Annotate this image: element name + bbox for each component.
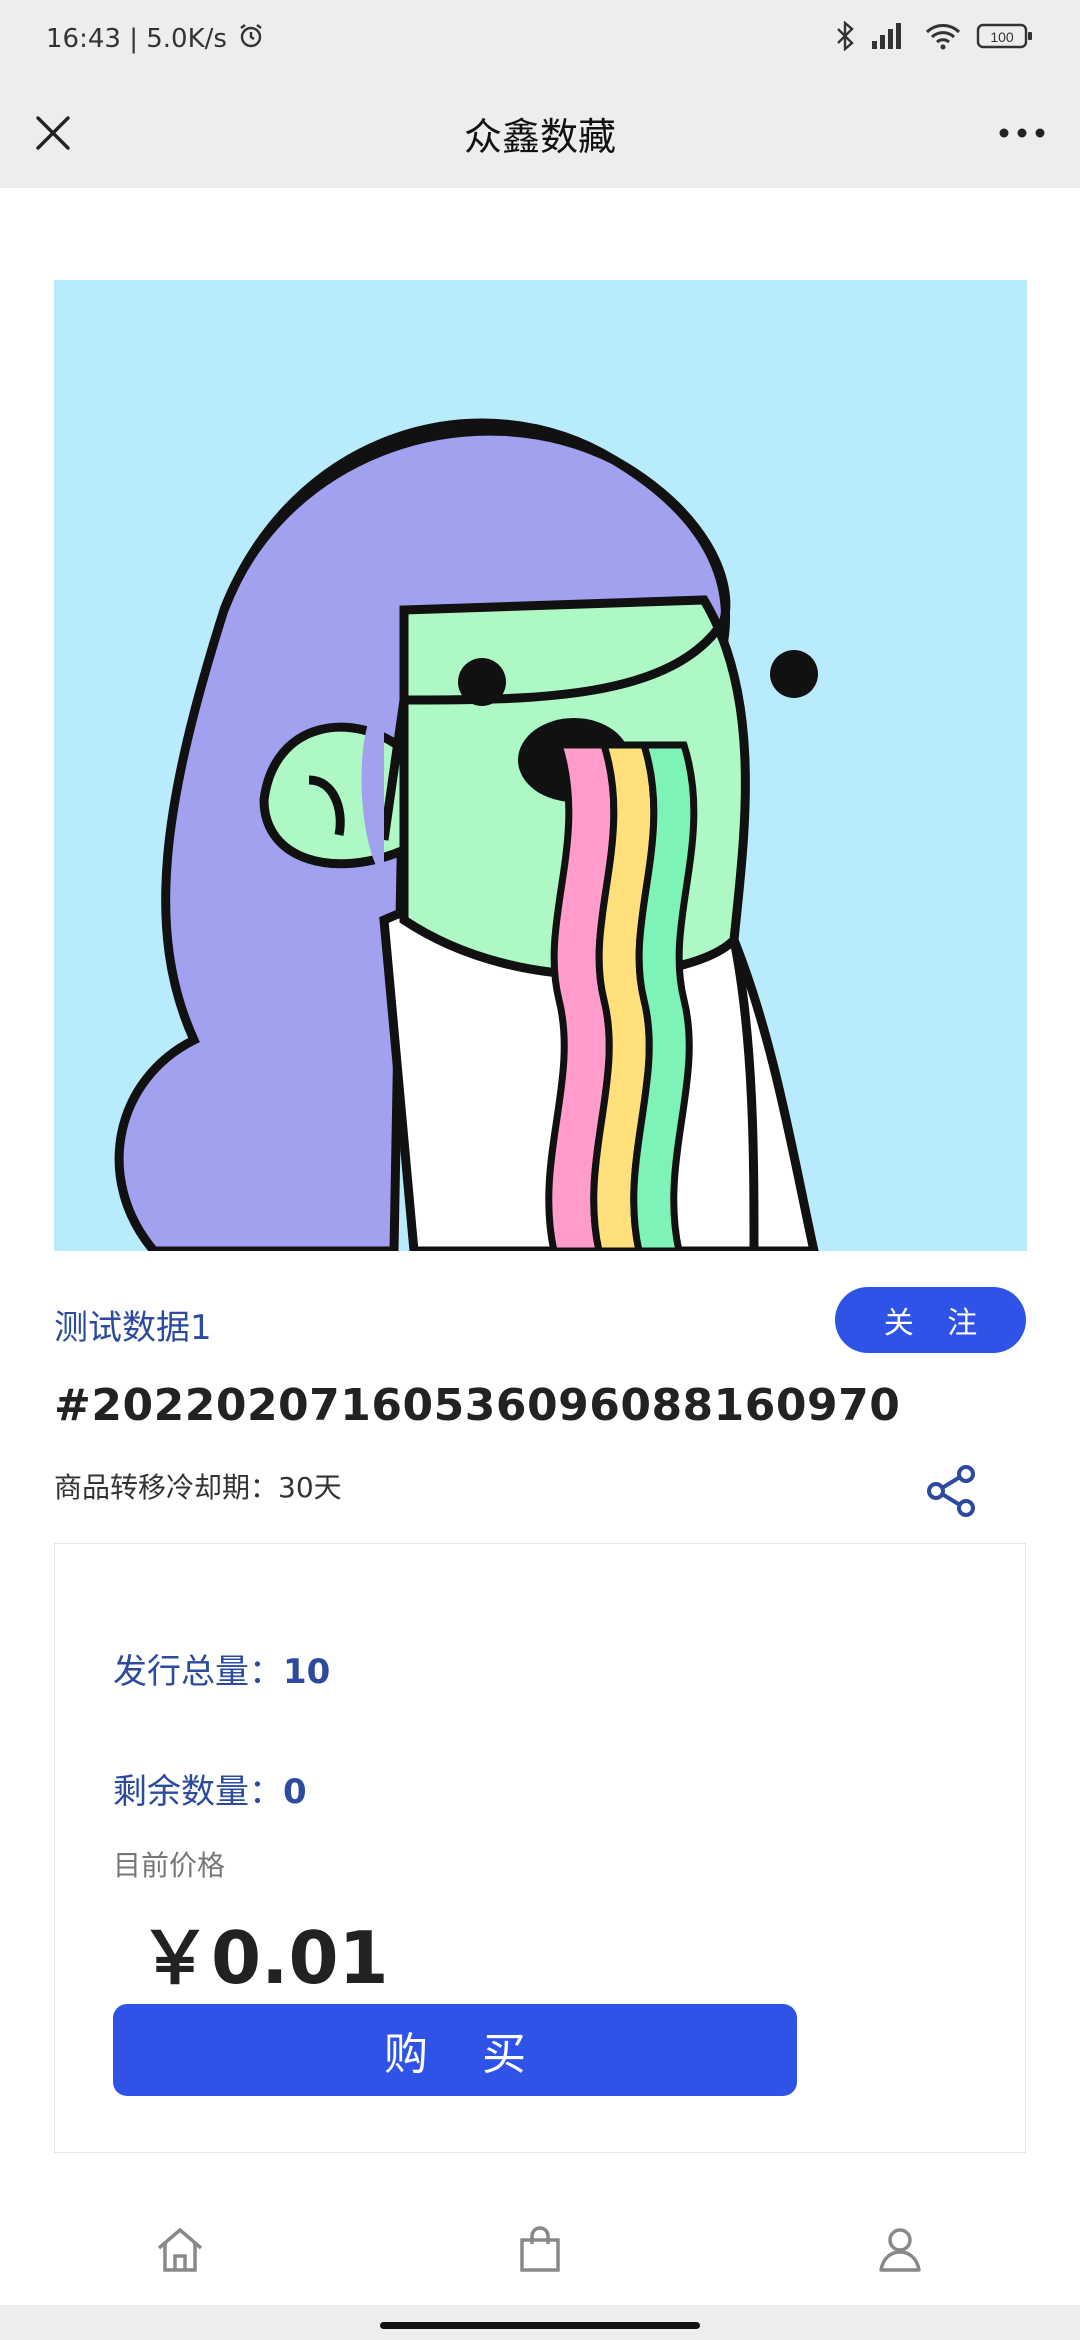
wifi-icon [924, 21, 962, 58]
price-value: ￥0.01 [139, 1916, 389, 2000]
buy-button[interactable]: 购 买 [113, 2004, 797, 2096]
home-indicator[interactable] [380, 2322, 700, 2329]
close-icon[interactable] [26, 106, 80, 160]
bag-icon[interactable] [500, 2210, 580, 2290]
bluetooth-icon [834, 19, 856, 58]
signal-icon [870, 21, 910, 58]
price-label: 目前价格 [113, 1849, 226, 1882]
alarm-icon [237, 22, 265, 57]
transfer-cooldown-text: 商品转移冷却期：30天 [54, 1471, 342, 1504]
svg-text:100: 100 [990, 29, 1014, 45]
remaining-quantity: 剩余数量：0 [113, 1764, 307, 1813]
status-right: 100 [834, 19, 1034, 58]
more-icon[interactable] [990, 106, 1054, 160]
home-icon[interactable] [140, 2210, 220, 2290]
total-supply-label: 发行总量： [113, 1652, 283, 1692]
share-icon[interactable] [922, 1462, 980, 1520]
remaining-quantity-label: 剩余数量： [113, 1772, 283, 1812]
user-icon[interactable] [860, 2210, 940, 2290]
gesture-bar [0, 2305, 1080, 2340]
status-time: 16:43 | 5.0K/s [46, 24, 227, 54]
purchase-card: 发行总量：10 剩余数量：0 目前价格 ￥0.01 购 买 [54, 1543, 1026, 2153]
nft-artwork-image [54, 280, 1027, 1251]
total-supply: 发行总量：10 [113, 1644, 330, 1693]
token-id: #20220207160536096088160970 [54, 1380, 901, 1431]
remaining-quantity-value: 0 [283, 1772, 307, 1812]
follow-button[interactable]: 关 注 [835, 1287, 1026, 1353]
page-title: 众鑫数藏 [463, 114, 616, 159]
status-bar: 16:43 | 5.0K/s 100 [0, 0, 1080, 78]
total-supply-value: 10 [283, 1652, 331, 1692]
product-title-link[interactable]: 测试数据1 [54, 1300, 212, 1349]
nav-bar: 众鑫数藏 [0, 78, 1080, 188]
battery-icon: 100 [976, 21, 1034, 58]
bottom-tab-bar [0, 2195, 1080, 2305]
status-left: 16:43 | 5.0K/s [46, 22, 265, 57]
